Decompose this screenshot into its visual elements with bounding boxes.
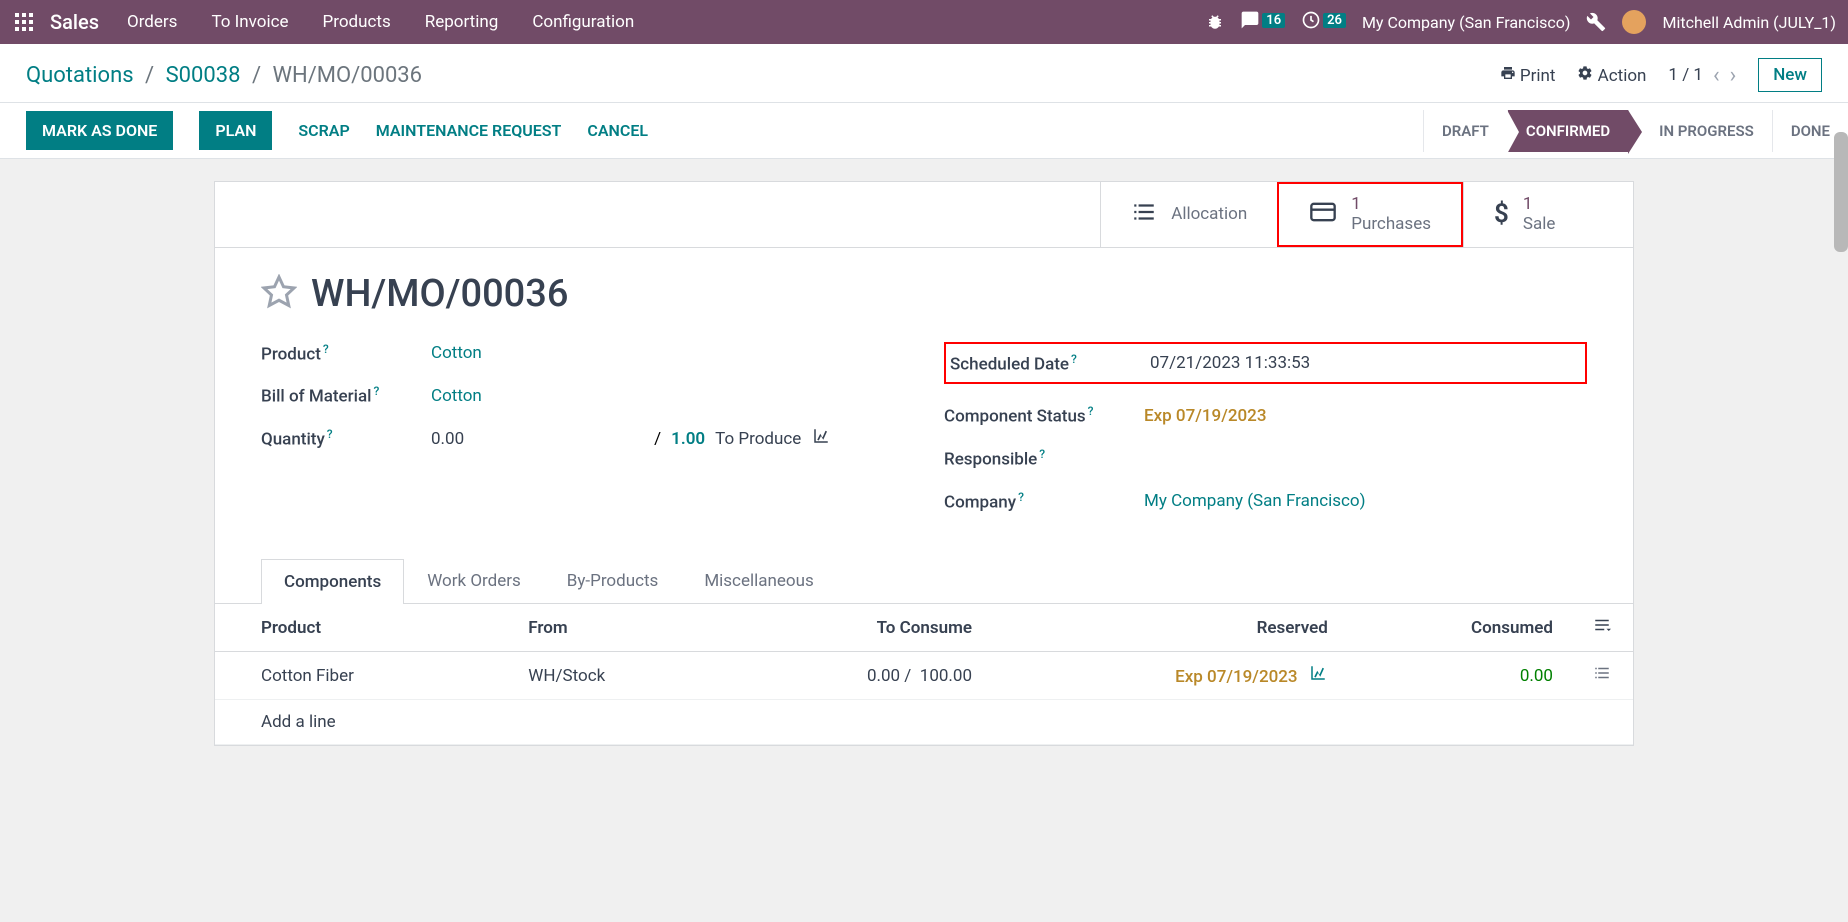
pager-next-icon[interactable]: › <box>1730 63 1737 88</box>
topbar-right: 16 26 My Company (San Francisco) Mitchel… <box>1206 10 1836 34</box>
product-value[interactable]: Cotton <box>431 343 482 363</box>
cell-consumed[interactable]: 0.00 <box>1348 652 1573 700</box>
stage-pipeline: DRAFT CONFIRMED IN PROGRESS DONE <box>1423 103 1848 158</box>
new-button[interactable]: New <box>1758 58 1822 92</box>
tabs: Components Work Orders By-Products Misce… <box>215 558 1633 604</box>
bom-label: Bill of Material? <box>261 384 431 407</box>
tab-work-orders[interactable]: Work Orders <box>404 558 544 603</box>
stage-confirmed[interactable]: CONFIRMED <box>1507 110 1628 152</box>
cell-from[interactable]: WH/Stock <box>508 652 724 700</box>
quantity-label: Quantity? <box>261 427 431 450</box>
form-sheet: Allocation 1 Purchases $ 1 Sale <box>214 181 1634 746</box>
table-row[interactable]: Cotton Fiber WH/Stock 0.00 / 100.00 Exp … <box>215 652 1633 700</box>
activities-badge: 26 <box>1323 13 1346 28</box>
avatar[interactable] <box>1622 10 1646 34</box>
col-product: Product <box>215 604 508 652</box>
activities-icon[interactable]: 26 <box>1301 10 1346 34</box>
mark-done-button[interactable]: MARK AS DONE <box>26 111 173 150</box>
bug-icon[interactable] <box>1206 13 1224 31</box>
component-status-value: Exp 07/19/2023 <box>1144 406 1267 426</box>
col-options[interactable] <box>1573 604 1633 652</box>
stage-draft[interactable]: DRAFT <box>1423 110 1507 152</box>
menu-orders[interactable]: Orders <box>127 12 177 32</box>
company-label: Company? <box>944 490 1144 513</box>
quantity-suffix: To Produce <box>715 429 801 449</box>
pager-prev-icon[interactable]: ‹ <box>1713 63 1720 88</box>
card-icon <box>1309 198 1337 231</box>
menu-reporting[interactable]: Reporting <box>425 12 499 32</box>
add-line[interactable]: Add a line <box>215 700 1633 745</box>
stat-buttons: Allocation 1 Purchases $ 1 Sale <box>215 182 1633 248</box>
topbar: Sales Orders To Invoice Products Reporti… <box>0 0 1848 44</box>
status-bar: MARK AS DONE PLAN SCRAP MAINTENANCE REQU… <box>0 103 1848 159</box>
menu-configuration[interactable]: Configuration <box>532 12 634 32</box>
list-icon <box>1131 199 1157 230</box>
scheduled-date-value[interactable]: 07/21/2023 11:33:53 <box>1150 353 1310 373</box>
forecast-icon[interactable] <box>1308 667 1328 687</box>
app-brand[interactable]: Sales <box>50 10 99 34</box>
user-name[interactable]: Mitchell Admin (JULY_1) <box>1662 13 1836 32</box>
star-icon[interactable] <box>261 274 297 314</box>
control-bar: Quotations / S00038 / WH/MO/00036 Print … <box>0 44 1848 103</box>
tools-icon[interactable] <box>1586 12 1606 32</box>
action-button[interactable]: Action <box>1577 65 1646 86</box>
col-to-consume: To Consume <box>724 604 992 652</box>
menu-products[interactable]: Products <box>323 12 391 32</box>
messages-icon[interactable]: 16 <box>1240 10 1285 34</box>
cell-to-consume[interactable]: 0.00 / 100.00 <box>724 652 992 700</box>
quantity-total[interactable]: 1.00 <box>671 429 705 449</box>
stat-purchases[interactable]: 1 Purchases <box>1277 182 1463 247</box>
maintenance-button[interactable]: MAINTENANCE REQUEST <box>376 121 562 140</box>
pager-text: 1 / 1 <box>1668 65 1703 85</box>
col-from: From <box>508 604 724 652</box>
apps-icon[interactable] <box>12 10 36 34</box>
print-button[interactable]: Print <box>1500 65 1556 86</box>
menu-to-invoice[interactable]: To Invoice <box>211 12 288 32</box>
cancel-button[interactable]: CANCEL <box>587 121 648 140</box>
component-status-label: Component Status? <box>944 404 1144 427</box>
scrollbar[interactable] <box>1834 132 1848 252</box>
scheduled-date-label: Scheduled Date? <box>950 352 1150 375</box>
crumb-quotations[interactable]: Quotations <box>26 63 134 88</box>
stat-allocation[interactable]: Allocation <box>1100 182 1277 247</box>
tab-by-products[interactable]: By-Products <box>544 558 682 603</box>
col-consumed: Consumed <box>1348 604 1573 652</box>
company-value[interactable]: My Company (San Francisco) <box>1144 491 1366 511</box>
stat-sale[interactable]: $ 1 Sale <box>1463 182 1633 247</box>
main-menu: Orders To Invoice Products Reporting Con… <box>127 12 634 32</box>
row-details-icon[interactable] <box>1573 652 1633 700</box>
product-label: Product? <box>261 342 431 365</box>
tab-components[interactable]: Components <box>261 559 404 604</box>
company-switcher[interactable]: My Company (San Francisco) <box>1362 13 1571 32</box>
stage-in-progress[interactable]: IN PROGRESS <box>1628 110 1772 152</box>
cell-product[interactable]: Cotton Fiber <box>215 652 508 700</box>
cell-reserved: Exp 07/19/2023 <box>992 652 1348 700</box>
quantity-value[interactable]: 0.00 <box>431 429 464 449</box>
components-table: Product From To Consume Reserved Consume… <box>215 604 1633 745</box>
forecast-icon[interactable] <box>811 427 831 450</box>
plan-button[interactable]: PLAN <box>199 111 272 150</box>
tab-miscellaneous[interactable]: Miscellaneous <box>681 558 836 603</box>
dollar-icon: $ <box>1494 199 1509 229</box>
record-title: WH/MO/00036 <box>311 272 568 316</box>
crumb-current: WH/MO/00036 <box>273 63 423 88</box>
bom-value[interactable]: Cotton <box>431 386 482 406</box>
messages-badge: 16 <box>1262 13 1285 28</box>
col-reserved: Reserved <box>992 604 1348 652</box>
pager: 1 / 1 ‹ › <box>1668 63 1736 88</box>
crumb-order[interactable]: S00038 <box>166 63 241 88</box>
breadcrumb: Quotations / S00038 / WH/MO/00036 <box>26 63 422 88</box>
responsible-label: Responsible? <box>944 447 1144 470</box>
scrap-button[interactable]: SCRAP <box>298 121 349 140</box>
